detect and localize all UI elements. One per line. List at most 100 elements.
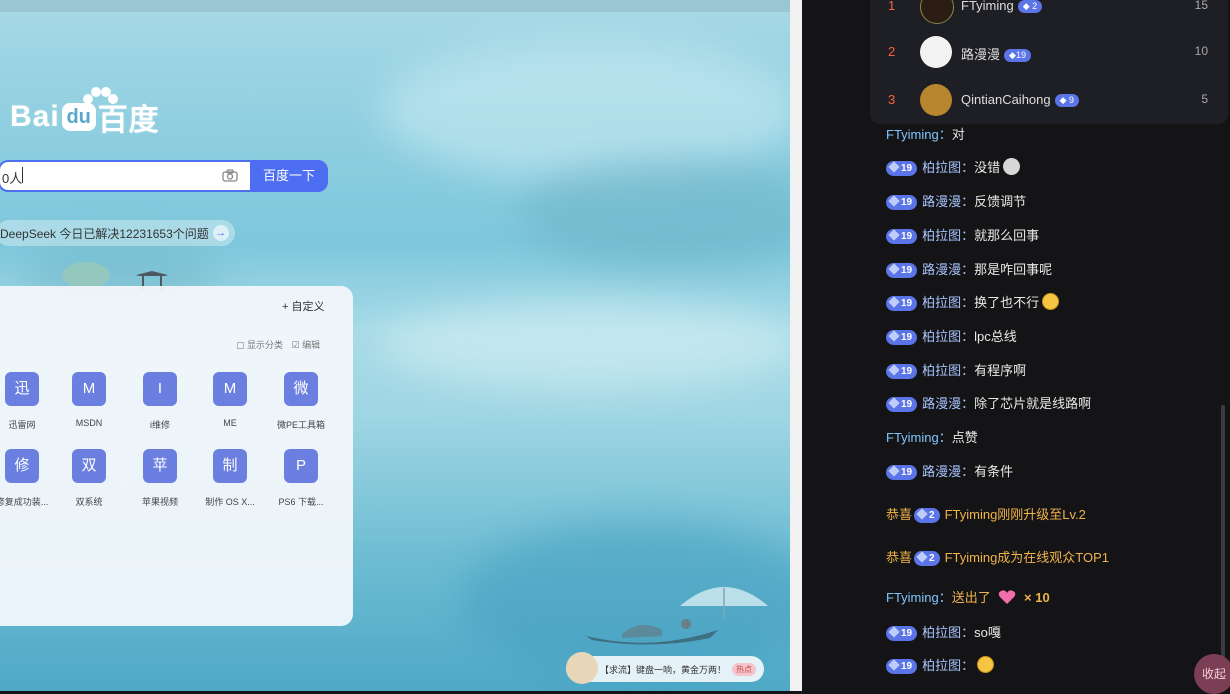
ranking-user: 路漫漫 ◆19	[961, 44, 1031, 63]
chat-text: 点赞	[951, 430, 978, 445]
level-badge: 19	[886, 263, 918, 278]
shortcut-icon: I	[143, 372, 177, 406]
chat-message: 19 路漫漫：有条件	[886, 461, 1013, 480]
shortcut-tile[interactable]: 苹 苹果视频	[127, 449, 193, 508]
chat-username[interactable]: 柏拉图	[922, 658, 961, 673]
colon: ：	[938, 430, 952, 445]
edit-checkbox[interactable]: ☑ 编辑	[292, 340, 321, 350]
level-value: 19	[901, 231, 913, 242]
level-badge: 19	[886, 364, 918, 379]
ranking-user-name: 路漫漫	[961, 47, 1001, 62]
chat-username[interactable]: FTyiming	[886, 430, 939, 445]
level-value: 2	[1032, 1, 1038, 11]
ranking-user: FTyiming ◆ 2	[961, 0, 1043, 13]
avatar	[920, 36, 952, 68]
chat-username[interactable]: 柏拉图	[922, 228, 961, 243]
system-message: 恭喜 2 FTyiming成为在线观众TOP1	[886, 547, 1109, 566]
shortcut-icon: P	[284, 449, 318, 483]
baidu-logo[interactable]: Bai du 百度	[10, 87, 160, 139]
show-category-checkbox[interactable]: ▢ 显示分类	[236, 340, 283, 350]
chat-message: 19 柏拉图：没错	[886, 157, 1021, 176]
level-value: 2	[929, 510, 935, 521]
shortcut-tile[interactable]: 制 制作 OS X...	[197, 449, 263, 508]
collapse-button[interactable]: 收起	[1194, 654, 1230, 694]
level-badge: 19	[886, 659, 918, 674]
system-prefix: 恭喜	[886, 550, 913, 565]
chat-message: 19 柏拉图：就那么回事	[886, 225, 1039, 244]
chat-username[interactable]: 柏拉图	[922, 363, 961, 378]
gift-text: 送出了	[951, 590, 991, 605]
ranking-count: 15	[1194, 0, 1208, 12]
colon: ：	[961, 625, 975, 640]
browser-scrollbar[interactable]	[790, 0, 802, 691]
chat-username[interactable]: 柏拉图	[922, 160, 961, 175]
chat-message: 19 柏拉图：有程序啊	[886, 360, 1026, 379]
shortcut-tile[interactable]: I i维修	[127, 372, 193, 431]
gift-message: FTyiming：送出了 × 10	[886, 587, 1050, 606]
shortcut-tile[interactable]: M ME	[197, 372, 263, 428]
system-message: 恭喜 2 FTyiming刚刚升级至Lv.2	[886, 504, 1086, 523]
level-value: 19	[901, 628, 913, 639]
ranking-row[interactable]: 1 FTyiming ◆ 2 15	[870, 0, 1228, 26]
bottom-ticker[interactable]: 【求流】键盘一响，黄金万两！ 热点	[566, 652, 765, 684]
shortcut-label: 制作 OS X...	[205, 497, 255, 507]
text-cursor	[22, 167, 23, 183]
level-badge: ◆19	[1004, 49, 1031, 62]
camera-icon[interactable]	[222, 169, 238, 182]
chat-message: 19 路漫漫：反馈调节	[886, 191, 1026, 210]
chat-username[interactable]: 路漫漫	[922, 194, 961, 209]
shortcut-tile[interactable]: M MSDN	[56, 372, 122, 428]
customize-button[interactable]: + 自定义	[282, 298, 324, 314]
chat-username[interactable]: 路漫漫	[922, 396, 961, 411]
background-mist	[380, 40, 790, 180]
chat-username[interactable]: FTyiming	[886, 590, 939, 605]
cat-emoji-icon	[1003, 158, 1021, 175]
level-value: 2	[929, 553, 935, 564]
colon: ：	[961, 658, 975, 673]
level-value: 19	[901, 661, 913, 672]
ranking-count: 10	[1194, 44, 1208, 58]
level-value: 9	[1069, 95, 1075, 105]
shortcut-tile[interactable]: 微 微PE工具箱	[268, 372, 334, 431]
shortcut-icon: 修	[5, 449, 39, 483]
avatar	[920, 0, 954, 24]
ranking-count: 5	[1201, 92, 1208, 106]
ranking-row[interactable]: 3 QintianCaihong ◆ 9 5	[870, 80, 1228, 120]
level-badge: 19	[886, 229, 918, 244]
search-button[interactable]: 百度一下	[250, 160, 328, 192]
chat-scrollbar[interactable]	[1221, 405, 1225, 691]
search-input[interactable]: 0人	[0, 160, 252, 192]
shortcut-icon: M	[72, 372, 106, 406]
colon: ：	[938, 590, 952, 605]
shortcut-tile[interactable]: 双 双系统	[56, 449, 122, 508]
colon: ：	[938, 127, 952, 142]
chat-message: FTyiming：对	[886, 124, 965, 143]
chat-username[interactable]: 柏拉图	[922, 625, 961, 640]
chat-username[interactable]: 路漫漫	[922, 262, 961, 277]
chat-message: 19 路漫漫：那是咋回事呢	[886, 259, 1052, 278]
chat-username[interactable]: 路漫漫	[922, 464, 961, 479]
shortcut-label: ME	[223, 418, 237, 428]
shortcut-tile[interactable]: 迅 迅雷网	[0, 372, 55, 431]
chat-username[interactable]: 柏拉图	[922, 295, 961, 310]
colon: ：	[961, 295, 975, 310]
chat-message: FTyiming：点赞	[886, 427, 978, 446]
shortcut-label: 苹果视频	[141, 497, 178, 507]
chat-username[interactable]: FTyiming	[886, 127, 939, 142]
level-value: 19	[901, 163, 913, 174]
level-value: 19	[901, 332, 913, 343]
arrow-right-icon[interactable]: →	[212, 225, 229, 241]
chat-username[interactable]: 柏拉图	[922, 329, 961, 344]
paw-icon	[83, 87, 118, 104]
shortcut-tile[interactable]: 修 修复成功装...	[0, 449, 55, 508]
shortcut-tile[interactable]: P PS6 下载...	[268, 449, 334, 508]
chat-message: 19 柏拉图：so嘎	[886, 622, 1001, 641]
chat-text: 没错	[974, 160, 1001, 175]
ticker-tag: 热点	[732, 662, 757, 676]
ranking-row[interactable]: 2 路漫漫 ◆19 10	[870, 32, 1228, 72]
chat-text: 就那么回事	[974, 228, 1040, 243]
colon: ：	[961, 396, 975, 411]
deepseek-banner[interactable]: DeepSeek 今日已解决12231653个问题 →	[0, 220, 235, 246]
cat-mascot-icon	[566, 652, 598, 684]
level-value: 19	[901, 197, 913, 208]
